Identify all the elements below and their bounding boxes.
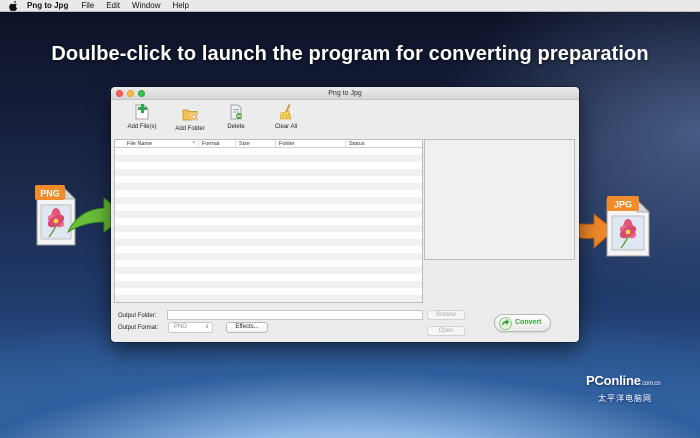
convert-button[interactable]: Convert [494,314,551,332]
output-folder-field[interactable] [167,310,423,320]
browse-button[interactable]: Browse [427,310,465,320]
broom-icon [279,104,292,120]
add-folder-label: Add Folder [175,126,205,132]
watermark-subtitle: 太平洋电脑网 [598,394,652,403]
add-folder-button[interactable]: Add Folder [173,106,207,132]
watermark-domain: .com.cn [640,381,661,387]
jpg-file-icon: JPG [606,196,650,257]
convert-label: Convert [515,319,542,326]
output-format-label: Output Format: [118,325,159,331]
menu-bar: Png to Jpg File Edit Window Help [0,0,700,12]
output-folder-label: Output Folder: [118,313,157,319]
menu-app-name[interactable]: Png to Jpg [27,1,68,10]
image-preview-pane [424,139,575,260]
column-header-size[interactable]: Size [236,140,276,147]
add-files-button[interactable]: Add File(s) [125,104,159,130]
column-header-status[interactable]: Status [346,140,422,147]
minimize-window-button[interactable] [127,90,134,97]
delete-button[interactable]: Delete [224,104,248,130]
delete-label: Delete [227,124,245,130]
watermark-brand-text: PConline [586,373,641,388]
apple-icon[interactable] [9,0,19,11]
add-files-label: Add File(s) [127,124,157,130]
jpg-badge-label: JPG [614,200,632,210]
close-window-button[interactable] [116,90,123,97]
chevron-updown-icon: ⇕ [204,324,209,330]
column-header-format[interactable]: Format [199,140,236,147]
headline-caption: Doulbe-click to launch the program for c… [51,43,649,65]
zoom-window-button[interactable] [138,90,145,97]
menu-help[interactable]: Help [172,1,188,10]
open-button[interactable]: Open [427,326,465,336]
effects-button[interactable]: Effects... [226,322,268,333]
output-format-select[interactable]: PNG ⇕ [168,322,213,333]
menu-edit[interactable]: Edit [106,1,120,10]
column-header-folder[interactable]: Folder [276,140,346,147]
add-folder-icon [182,109,198,121]
clear-all-label: Clear All [274,124,298,130]
window-title: Png to Jpg [328,90,362,97]
menu-window[interactable]: Window [132,1,160,10]
window-controls [116,90,145,97]
file-table[interactable]: File Name ^ Format Size Folder Status [114,139,423,303]
convert-arrow-icon [499,317,512,330]
column-file-name-label: File Name [127,141,153,147]
sort-ascending-icon: ^ [192,141,195,147]
watermark-brand: PConline.com.cn [586,373,661,388]
app-window: Png to Jpg Add File(s) Add Folder Delete… [111,87,579,342]
file-table-rows[interactable] [115,148,422,302]
column-header-file-name[interactable]: File Name ^ [115,140,199,147]
window-titlebar[interactable]: Png to Jpg [111,87,579,100]
menu-file[interactable]: File [81,1,94,10]
png-badge-label: PNG [40,189,60,199]
delete-file-icon [230,104,242,120]
output-format-value: PNG [174,324,188,330]
file-table-header: File Name ^ Format Size Folder Status [115,140,422,148]
add-file-icon [135,104,149,120]
clear-all-button[interactable]: Clear All [272,104,300,130]
toolbar: Add File(s) Add Folder Delete Clear All [111,100,579,138]
